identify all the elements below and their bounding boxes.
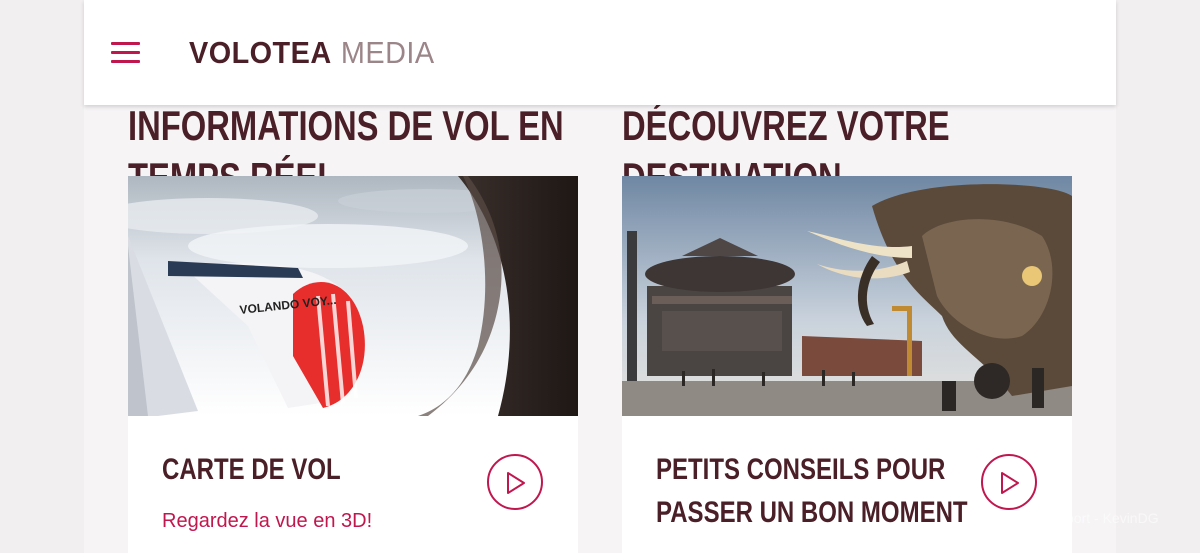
play-icon[interactable] <box>487 454 543 510</box>
logo-media: MEDIA <box>340 35 435 70</box>
hamburger-menu-icon[interactable] <box>111 40 141 66</box>
card-title-flight-map: CARTE DE VOL <box>162 453 341 486</box>
destination-tips-card[interactable]: PETITS CONSEILS POUR PASSER UN BON MOMEN… <box>622 176 1072 553</box>
airplane-wing-image: VOLANDO VOY... <box>128 176 578 416</box>
nantes-elephant-image <box>622 176 1072 416</box>
flight-map-card[interactable]: VOLANDO VOY... CARTE DE VOL Regardez la … <box>128 176 578 553</box>
volotea-media-logo[interactable]: VOLOTEA MEDIA <box>189 34 435 72</box>
card-subtitle-flight-map[interactable]: Regardez la vue en 3D! <box>162 510 372 533</box>
card-title-tips: PETITS CONSEILS POUR PASSER UN BON MOMEN… <box>656 453 968 529</box>
top-header: VOLOTEA MEDIA <box>84 0 1116 105</box>
section-title-destination: DÉCOUVREZ VOTRE DESTINATION <box>622 102 950 180</box>
play-icon[interactable] <box>981 454 1037 510</box>
logo-brand: VOLOTEA <box>189 35 332 70</box>
section-title-flight-info: INFORMATIONS DE VOL EN TEMPS RÉEL <box>128 102 564 180</box>
watermark-credit: port - KevinDG <box>1066 510 1159 526</box>
